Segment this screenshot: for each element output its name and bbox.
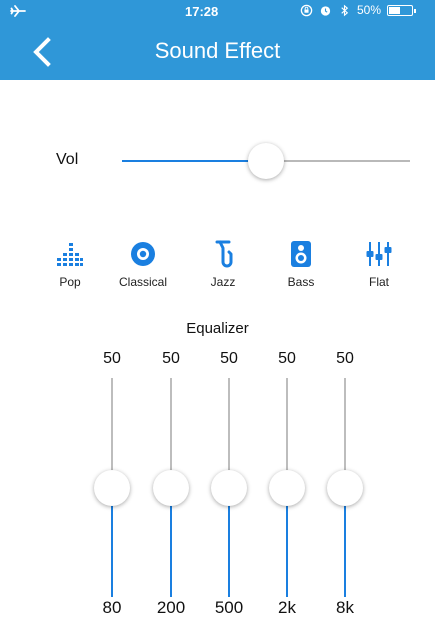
mixer-sliders-icon: [366, 242, 392, 266]
airplane-mode-icon: [10, 5, 26, 17]
preset-label: Pop: [59, 275, 81, 289]
eq-band-value: 50: [162, 350, 180, 367]
eq-slider[interactable]: [327, 378, 363, 597]
eq-slider-thumb[interactable]: [269, 469, 305, 506]
eq-slider-thumb[interactable]: [211, 469, 247, 506]
equalizer-bars-icon: [57, 243, 83, 266]
preset-label: Bass: [287, 275, 315, 289]
volume-slider-fill: [122, 160, 266, 162]
eq-slider-thumb[interactable]: [327, 469, 363, 506]
eq-slider-thumb[interactable]: [153, 469, 189, 506]
preset-jazz[interactable]: Jazz: [183, 240, 263, 289]
bluetooth-icon: [341, 4, 349, 16]
volume-label: Vol: [56, 151, 79, 168]
app-header: 17:28 50% Sound Effect: [0, 0, 435, 80]
eq-band-frequency: 80: [102, 598, 122, 617]
preset-pop[interactable]: Pop: [30, 240, 110, 289]
preset-label: Flat: [368, 275, 389, 289]
rotation-lock-icon: [300, 4, 313, 16]
status-bar: 17:28 50%: [0, 0, 435, 24]
eq-band-frequency: 2k: [278, 598, 296, 617]
speaker-icon: [291, 241, 311, 267]
eq-slider-thumb[interactable]: [94, 469, 130, 506]
eq-slider[interactable]: [269, 378, 305, 597]
preset-flat[interactable]: Flat: [339, 240, 419, 289]
eq-band-frequency: 500: [214, 598, 244, 617]
page-title: Sound Effect: [154, 38, 281, 63]
eq-band-frequency: 8k: [336, 598, 354, 617]
volume-slider-thumb[interactable]: [248, 143, 284, 179]
preset-label: Jazz: [210, 275, 236, 289]
battery-icon: [387, 4, 417, 16]
volume-slider[interactable]: [122, 143, 410, 179]
equalizer-title: Equalizer: [186, 320, 249, 337]
preset-bass[interactable]: Bass: [261, 240, 341, 289]
eq-band-value: 50: [336, 350, 354, 367]
eq-band-value: 50: [278, 350, 296, 367]
battery-percentage: 50%: [357, 3, 382, 17]
preset-bar: Pop Classical Jazz Bass Flat: [0, 240, 435, 300]
eq-slider[interactable]: [94, 378, 130, 597]
preset-label: Classical: [118, 275, 167, 289]
saxophone-icon: [215, 240, 233, 268]
vinyl-disc-icon: [131, 242, 155, 266]
status-time: 17:28: [185, 4, 219, 19]
eq-slider[interactable]: [153, 378, 189, 597]
eq-band-frequency: 200: [156, 598, 186, 617]
eq-slider[interactable]: [211, 378, 247, 597]
alarm-icon: [320, 5, 331, 16]
preset-classical[interactable]: Classical: [103, 240, 183, 289]
eq-band-value: 50: [103, 350, 121, 367]
eq-band-value: 50: [220, 350, 238, 367]
